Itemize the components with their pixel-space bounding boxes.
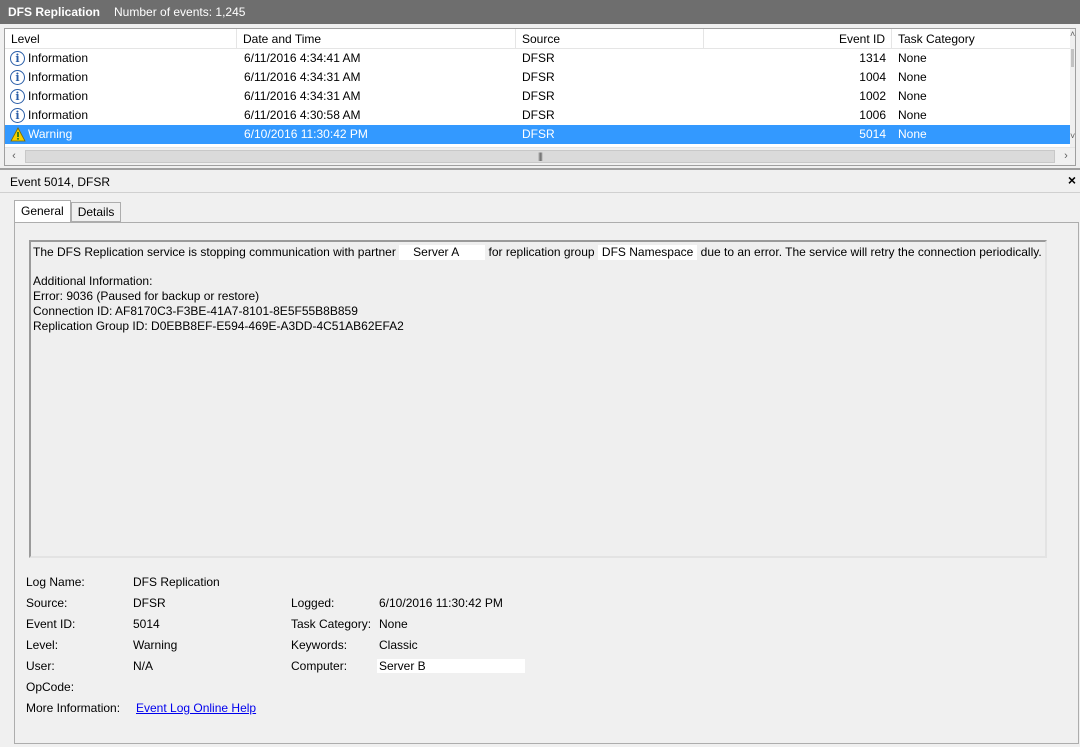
event-level: Information: [28, 89, 89, 103]
detail-tabs: General Details: [14, 200, 122, 223]
description-first-line: The DFS Replication service is stopping …: [33, 245, 1043, 260]
source-value: DFSR: [133, 596, 166, 610]
event-rows: i Information 6/11/2016 4:34:41 AM DFSR …: [5, 49, 1071, 144]
column-header-event-id[interactable]: Event ID: [704, 29, 892, 49]
event-id: 1002: [859, 89, 886, 103]
level-value: Warning: [133, 638, 178, 652]
horizontal-scroll-thumb[interactable]: |||: [25, 150, 1055, 163]
tab-details[interactable]: Details: [70, 202, 122, 222]
log-name-label: Log Name:: [26, 575, 85, 589]
event-task-category: None: [898, 70, 927, 84]
warning-icon: [10, 127, 26, 142]
events-list[interactable]: Level Date and Time Source Event ID Task…: [4, 28, 1076, 166]
level-label: Level:: [26, 638, 59, 652]
event-row[interactable]: i Information 6/11/2016 4:34:31 AM DFSR …: [5, 87, 1071, 106]
event-task-category: None: [898, 89, 927, 103]
event-level: Warning: [28, 127, 73, 141]
event-date: 6/11/2016 4:30:58 AM: [244, 108, 361, 122]
column-header-level[interactable]: Level: [5, 29, 237, 49]
logged-label: Logged:: [291, 596, 335, 610]
column-header-date[interactable]: Date and Time: [237, 29, 516, 49]
event-id: 5014: [859, 127, 886, 141]
event-task-category: None: [898, 51, 927, 65]
keywords-value: Classic: [379, 638, 418, 652]
event-date: 6/10/2016 11:30:42 PM: [244, 127, 368, 141]
scroll-up-icon[interactable]: ˄: [1070, 29, 1075, 45]
more-information-label: More Information:: [26, 701, 121, 715]
task-category-label: Task Category:: [291, 617, 372, 631]
user-label: User:: [26, 659, 55, 673]
scroll-left-icon[interactable]: ‹: [5, 148, 23, 165]
event-id: 1314: [859, 51, 886, 65]
event-level: Information: [28, 108, 89, 122]
event-row[interactable]: i Information 6/11/2016 4:34:41 AM DFSR …: [5, 49, 1071, 68]
event-row-selected[interactable]: Warning 6/10/2016 11:30:42 PM DFSR 5014 …: [5, 125, 1071, 144]
vertical-scroll-thumb[interactable]: [1071, 49, 1074, 67]
info-icon: i: [10, 89, 25, 104]
title-bar: DFS Replication Number of events: 1,245: [0, 0, 1080, 24]
replication-group-id-line: Replication Group ID: D0EBB8EF-E594-469E…: [33, 319, 404, 333]
event-source: DFSR: [522, 51, 555, 65]
event-id-value: 5014: [133, 617, 160, 631]
error-line: Error: 9036 (Paused for backup or restor…: [33, 289, 260, 303]
opcode-label: OpCode:: [26, 680, 75, 694]
description-text: for replication group: [488, 245, 595, 259]
description-text: The DFS Replication service is stopping …: [33, 245, 396, 259]
column-header-task-category[interactable]: Task Category: [892, 29, 1071, 49]
event-source: DFSR: [522, 108, 555, 122]
log-title: DFS Replication: [8, 5, 101, 19]
computer-label: Computer:: [291, 659, 348, 673]
tab-general[interactable]: General: [14, 200, 71, 223]
additional-info-heading: Additional Information:: [33, 274, 153, 288]
task-category-value: None: [379, 617, 408, 631]
event-level: Information: [28, 70, 89, 84]
log-name-value: DFS Replication: [133, 575, 220, 589]
column-header-row: Level Date and Time Source Event ID Task…: [5, 29, 1071, 49]
horizontal-scrollbar[interactable]: ‹ ||| ›: [5, 147, 1075, 165]
user-value: N/A: [133, 659, 154, 673]
grip-icon: |||: [537, 151, 543, 161]
event-row[interactable]: i Information 6/11/2016 4:34:31 AM DFSR …: [5, 68, 1071, 87]
description-text: due to an error. The service will retry …: [700, 245, 1042, 259]
event-source: DFSR: [522, 127, 555, 141]
source-label: Source:: [26, 596, 68, 610]
keywords-label: Keywords:: [291, 638, 348, 652]
column-header-source[interactable]: Source: [516, 29, 704, 49]
event-id-label: Event ID:: [26, 617, 76, 631]
event-date: 6/11/2016 4:34:41 AM: [244, 51, 361, 65]
scroll-down-icon[interactable]: ˅: [1070, 131, 1075, 147]
general-tab-panel: The DFS Replication service is stopping …: [14, 222, 1079, 744]
event-row[interactable]: i Information 6/11/2016 4:30:58 AM DFSR …: [5, 106, 1071, 125]
event-task-category: None: [898, 108, 927, 122]
event-source: DFSR: [522, 70, 555, 84]
event-task-category: None: [898, 127, 927, 141]
event-id: 1006: [859, 108, 886, 122]
event-id: 1004: [859, 70, 886, 84]
info-icon: i: [10, 108, 25, 123]
splitter[interactable]: [0, 168, 1080, 170]
event-description[interactable]: The DFS Replication service is stopping …: [29, 240, 1047, 558]
event-source: DFSR: [522, 89, 555, 103]
event-date: 6/11/2016 4:34:31 AM: [244, 70, 361, 84]
vertical-scrollbar[interactable]: ˄ ˅: [1070, 29, 1075, 147]
event-level: Information: [28, 51, 89, 65]
event-count: Number of events: 1,245: [114, 5, 246, 19]
logged-value: 6/10/2016 11:30:42 PM: [379, 596, 503, 610]
event-detail-title: Event 5014, DFSR: [10, 174, 111, 189]
info-icon: i: [10, 70, 25, 85]
detail-header: Event 5014, DFSR: [0, 171, 1080, 193]
replication-group-name: DFS Namespace: [597, 245, 698, 260]
partner-name: Server A: [399, 245, 486, 260]
event-date: 6/11/2016 4:34:31 AM: [244, 89, 361, 103]
scroll-right-icon[interactable]: ›: [1057, 148, 1075, 165]
computer-value: Server B: [377, 659, 525, 673]
event-log-online-help-link[interactable]: Event Log Online Help: [136, 701, 256, 715]
connection-id-line: Connection ID: AF8170C3-F3BE-41A7-8101-8…: [33, 304, 358, 318]
info-icon: i: [10, 51, 25, 66]
close-icon[interactable]: ×: [1068, 172, 1076, 188]
